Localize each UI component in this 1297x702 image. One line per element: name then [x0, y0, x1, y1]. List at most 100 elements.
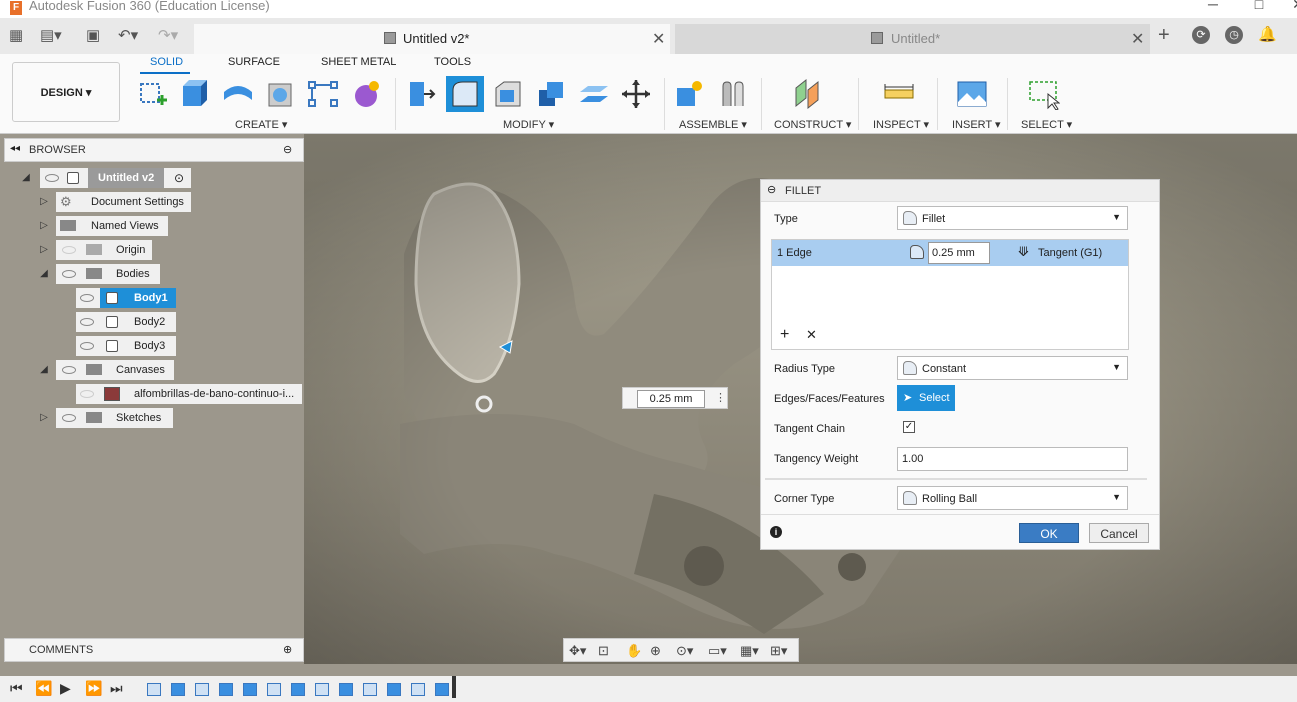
tree-canvas-item[interactable]: alfombrillas-de-bano-continuo-i... — [76, 384, 302, 404]
measure-icon[interactable] — [883, 78, 915, 110]
tree-body1[interactable]: Body1 — [76, 288, 176, 308]
add-icon[interactable]: + — [780, 326, 789, 344]
radius-type-dropdown[interactable]: Constant ▼ — [897, 356, 1128, 380]
collapse-triangle-icon[interactable]: ◢ — [20, 172, 32, 184]
timeline-feature-icon[interactable] — [219, 683, 233, 696]
move-icon[interactable] — [620, 78, 652, 110]
new-tab-icon[interactable]: + — [1158, 24, 1170, 47]
timeline-feature-icon[interactable] — [387, 683, 401, 696]
tree-body3[interactable]: Body3 — [76, 336, 176, 356]
inspect-menu[interactable]: INSPECT ▾ — [873, 118, 929, 131]
fillet-dialog-header[interactable]: ⊖ FILLET — [761, 180, 1159, 202]
add-comment-icon[interactable]: ⊕ — [283, 643, 292, 656]
file-icon[interactable]: ▤▾ — [40, 26, 62, 44]
job-status-icon[interactable]: ◷ — [1225, 26, 1243, 44]
tab-surface[interactable]: SURFACE — [228, 56, 280, 68]
tree-origin[interactable]: Origin — [56, 240, 152, 260]
timeline-feature-icon[interactable] — [315, 683, 329, 696]
select-menu[interactable]: SELECT ▾ — [1021, 118, 1072, 131]
tree-sketches[interactable]: Sketches — [56, 408, 173, 428]
visibility-eye-icon[interactable] — [62, 366, 76, 374]
tab-untitled[interactable]: Untitled* ✕ — [675, 24, 1150, 54]
undo-icon[interactable]: ↶▾ — [118, 26, 138, 44]
step-forward-icon[interactable]: ⏩ — [85, 680, 102, 697]
edge-row[interactable]: 1 Edge 0.25 mm ⟱ Tangent (G1) — [772, 240, 1128, 266]
grid-icon[interactable]: ▦▾ — [740, 643, 759, 659]
timeline-feature-icon[interactable] — [147, 683, 161, 696]
zoom-icon[interactable]: ⊕ — [650, 643, 661, 659]
display-settings-icon[interactable]: ▭▾ — [708, 643, 727, 659]
tangency-weight-input[interactable]: 1.00 — [897, 447, 1128, 471]
close-icon[interactable]: ✕ — [1131, 29, 1144, 49]
visibility-eye-icon[interactable] — [80, 294, 94, 302]
fit-icon[interactable]: ⊙▾ — [676, 643, 693, 659]
assemble-menu[interactable]: ASSEMBLE ▾ — [679, 118, 747, 131]
chamfer-icon[interactable] — [492, 78, 524, 110]
visibility-eye-icon[interactable] — [62, 270, 76, 278]
close-window-button[interactable]: ✕ — [1275, 0, 1297, 16]
viewports-icon[interactable]: ⊞▾ — [770, 643, 787, 659]
tree-canvases[interactable]: Canvases — [56, 360, 174, 380]
redo-icon[interactable]: ↷▾ — [158, 26, 178, 44]
collapse-triangle-icon[interactable]: ◢ — [38, 268, 50, 280]
modify-menu[interactable]: MODIFY ▾ — [503, 118, 554, 131]
insert-canvas-icon[interactable] — [956, 78, 988, 110]
tab-sheet-metal[interactable]: SHEET METAL — [321, 56, 396, 68]
offset-face-icon[interactable] — [578, 78, 610, 110]
comments-panel[interactable]: COMMENTS ⊕ — [4, 638, 304, 662]
select-button[interactable]: ➤ Select — [897, 385, 955, 411]
cancel-button[interactable]: Cancel — [1089, 523, 1149, 543]
tangent-chain-checkbox[interactable]: ✓ — [903, 421, 915, 433]
look-at-icon[interactable]: ⊡ — [598, 643, 609, 659]
info-icon[interactable]: i — [770, 526, 782, 538]
create-form-icon[interactable] — [350, 78, 382, 110]
timeline-feature-icon[interactable] — [411, 683, 425, 696]
pattern-icon[interactable] — [307, 78, 339, 110]
collapse-icon[interactable]: ⊖ — [767, 183, 776, 196]
tree-named-views[interactable]: Named Views — [56, 216, 168, 236]
browser-panel-header[interactable]: ◂◂ BROWSER ⊖ — [4, 138, 304, 162]
timeline-marker[interactable] — [452, 676, 456, 698]
timeline-feature-icon[interactable] — [267, 683, 281, 696]
ok-button[interactable]: OK — [1019, 523, 1079, 543]
expand-triangle-icon[interactable]: ▷ — [38, 412, 50, 424]
extrude-icon[interactable] — [179, 78, 211, 110]
collapse-icon[interactable]: ◂◂ — [10, 143, 20, 154]
expand-triangle-icon[interactable]: ▷ — [38, 244, 50, 256]
type-dropdown[interactable]: Fillet ▼ — [897, 206, 1128, 230]
workspace-switcher[interactable]: DESIGN ▾ — [12, 62, 120, 122]
visibility-eye-icon[interactable] — [45, 174, 59, 182]
corner-type-dropdown[interactable]: Rolling Ball ▼ — [897, 486, 1128, 510]
revolve-icon[interactable] — [222, 78, 254, 110]
more-options-icon[interactable]: ⋮ — [715, 391, 726, 404]
viewport-radius-value[interactable]: 0.25 mm — [637, 390, 705, 408]
timeline-feature-icon[interactable] — [195, 683, 209, 696]
hidden-eye-icon[interactable] — [80, 390, 94, 398]
create-menu[interactable]: CREATE ▾ — [235, 118, 287, 131]
viewport-radius-input[interactable]: 0.25 mm ⋮ — [622, 387, 728, 409]
timeline-feature-icon[interactable] — [363, 683, 377, 696]
collapse-triangle-icon[interactable]: ◢ — [38, 364, 50, 376]
new-component-icon[interactable] — [673, 78, 705, 110]
tab-tools[interactable]: TOOLS — [434, 56, 471, 68]
joint-icon[interactable] — [717, 78, 749, 110]
construct-menu[interactable]: CONSTRUCT ▾ — [774, 118, 851, 131]
body1-selected[interactable]: Body1 — [100, 288, 176, 308]
select-icon[interactable] — [1028, 78, 1060, 110]
go-to-end-icon[interactable]: ⏭ — [110, 680, 123, 697]
minimize-button[interactable]: ─ — [1190, 0, 1236, 16]
app-grid-icon[interactable]: ▦ — [9, 26, 23, 44]
go-to-start-icon[interactable]: ⏮ — [10, 680, 23, 697]
create-sketch-icon[interactable] — [137, 78, 169, 110]
visibility-eye-icon[interactable] — [62, 414, 76, 422]
tab-solid[interactable]: SOLID — [150, 56, 183, 68]
tree-document-settings[interactable]: ⚙ Document Settings — [56, 192, 191, 212]
expand-triangle-icon[interactable]: ▷ — [38, 196, 50, 208]
pin-icon[interactable]: ⊖ — [283, 143, 292, 156]
online-status-icon[interactable]: ⟳ — [1192, 26, 1210, 44]
offset-plane-icon[interactable] — [794, 78, 826, 110]
visibility-eye-icon[interactable] — [80, 318, 94, 326]
edge-continuity-value[interactable]: Tangent (G1) — [1038, 247, 1102, 259]
press-pull-icon[interactable] — [404, 78, 436, 110]
notifications-icon[interactable]: 🔔 — [1258, 26, 1277, 44]
